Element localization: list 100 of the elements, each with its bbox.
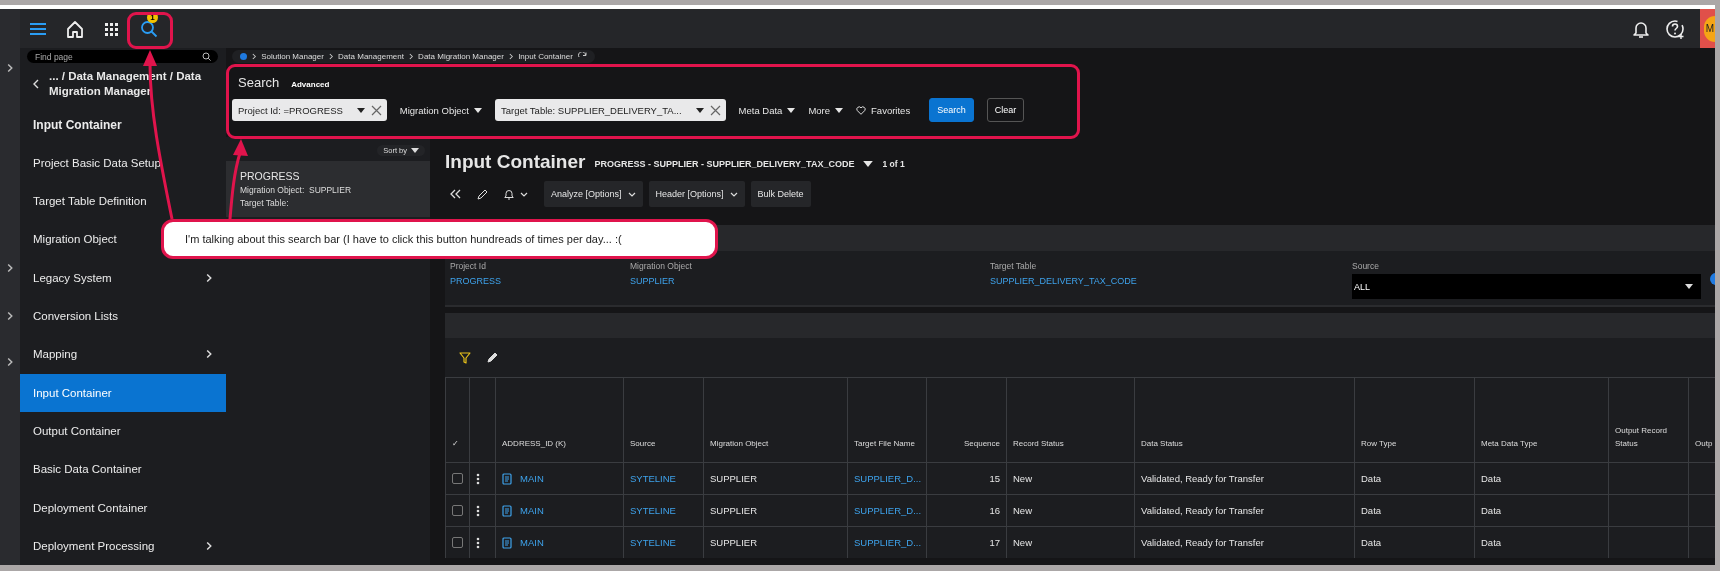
- row-checkbox[interactable]: [452, 473, 463, 484]
- home-icon[interactable]: [65, 19, 85, 38]
- more-icon[interactable]: [476, 472, 480, 485]
- clear-button[interactable]: Clear: [986, 98, 1025, 122]
- cell-link[interactable]: SYTELINE: [630, 537, 676, 548]
- table-cell: New: [1006, 495, 1134, 526]
- row-checkbox[interactable]: [452, 537, 463, 548]
- sidebar-item[interactable]: Deployment Processing: [20, 526, 226, 565]
- pencil-icon[interactable]: [477, 188, 488, 200]
- chevron-right-icon: [206, 272, 212, 283]
- avatar[interactable]: M: [1704, 15, 1715, 42]
- filter-icon[interactable]: [459, 351, 471, 364]
- sidebar-item[interactable]: Project Basic Data Setup: [20, 143, 226, 183]
- chevron-right-icon: [7, 263, 13, 273]
- sidebar-item[interactable]: Basic Data Container: [20, 450, 226, 489]
- column-header[interactable]: Output Record Status: [1608, 378, 1688, 462]
- sidebar-item[interactable]: Deployment Container: [20, 488, 226, 527]
- record-link[interactable]: MAIN: [520, 473, 544, 484]
- cell-link[interactable]: SYTELINE: [630, 473, 676, 484]
- filter-menu[interactable]: Meta Data: [738, 104, 796, 116]
- chevron-right-icon: [7, 311, 13, 321]
- sidebar-item[interactable]: Target Table Definition: [20, 182, 226, 221]
- select-all-header[interactable]: ✓: [445, 378, 469, 462]
- toolbar-button[interactable]: Analyze [Options]: [544, 181, 643, 207]
- document-icon[interactable]: [502, 536, 512, 549]
- filter-menu[interactable]: Migration Object: [399, 104, 482, 116]
- close-icon[interactable]: [709, 104, 721, 116]
- advanced-link[interactable]: Advanced: [291, 80, 330, 89]
- search-icon[interactable]: [139, 18, 159, 39]
- favorites-button[interactable]: Favorites: [856, 104, 911, 116]
- source-select[interactable]: ALL: [1352, 274, 1701, 299]
- filter-chip[interactable]: Target Table: SUPPLIER_DELIVERY_TA...: [495, 99, 726, 121]
- cell-link[interactable]: SUPPLIER_D...: [854, 505, 922, 516]
- record-link[interactable]: MAIN: [520, 505, 544, 516]
- sidebar-item[interactable]: Output Container: [20, 411, 226, 451]
- search-button[interactable]: Search: [929, 98, 974, 122]
- toolbar-button[interactable]: Bulk Delete: [750, 181, 811, 207]
- breadcrumb-link[interactable]: Solution Manager: [261, 51, 324, 61]
- sidebar-item[interactable]: Legacy System: [20, 258, 226, 297]
- chevron-down-icon: [729, 191, 738, 197]
- table-cell: Validated, Ready for Transfer: [1134, 495, 1354, 526]
- column-header[interactable]: ADDRESS_ID (K): [495, 378, 623, 462]
- table-cell: Data: [1474, 495, 1608, 526]
- column-header[interactable]: Source: [623, 378, 703, 462]
- back-icon[interactable]: [33, 79, 39, 90]
- more-icon[interactable]: [476, 536, 480, 549]
- caret-icon: [474, 107, 482, 113]
- filter-menu[interactable]: More: [808, 104, 844, 116]
- record-selector[interactable]: PROGRESS - SUPPLIER - SUPPLIER_DELIVERY_TAX_CODE: [594, 159, 855, 169]
- cell-link[interactable]: SYTELINE: [630, 505, 676, 516]
- document-icon[interactable]: [502, 504, 512, 517]
- breadcrumb-link[interactable]: Input Container: [518, 51, 573, 61]
- field-link[interactable]: SUPPLIER: [630, 276, 990, 286]
- cell-link[interactable]: SUPPLIER_D...: [854, 537, 922, 548]
- cell-link[interactable]: SUPPLIER_D...: [854, 473, 922, 484]
- column-header[interactable]: Outp: [1688, 378, 1715, 462]
- table-cell: Data: [1354, 463, 1474, 494]
- chevron-down-icon: [520, 191, 528, 197]
- home-dot-icon[interactable]: [240, 52, 247, 60]
- close-icon[interactable]: [370, 104, 382, 116]
- help-icon[interactable]: [1664, 17, 1686, 40]
- chevron-right-icon: [206, 349, 212, 360]
- table-cell: 17: [926, 527, 1006, 558]
- field-label: Migration Object: [630, 261, 693, 271]
- more-icon[interactable]: [476, 504, 480, 517]
- annotation-frame: [127, 12, 173, 49]
- sidebar-item[interactable]: Conversion Lists: [20, 296, 226, 336]
- menu-icon[interactable]: [28, 20, 48, 37]
- table-cell: 15: [926, 463, 1006, 494]
- column-header[interactable]: Record Status: [1006, 378, 1134, 462]
- filter-chip[interactable]: Project Id: =PROGRESS: [232, 99, 387, 121]
- field-link[interactable]: PROGRESS: [450, 276, 630, 286]
- column-header[interactable]: Data Status: [1134, 378, 1354, 462]
- record-card[interactable]: PROGRESS Migration Object: SUPPLIER Target Table:: [226, 161, 430, 217]
- card-field: Target Table:: [240, 198, 418, 208]
- breadcrumb-link[interactable]: Data Management: [338, 51, 404, 61]
- column-header[interactable]: Row Type: [1354, 378, 1474, 462]
- collapse-icon[interactable]: [450, 189, 461, 199]
- field-link[interactable]: SUPPLIER_DELIVERY_TAX_CODE: [990, 276, 1352, 286]
- table-cell: Validated, Ready for Transfer: [1134, 527, 1354, 558]
- document-icon[interactable]: [502, 472, 512, 485]
- column-header[interactable]: Sequence: [926, 378, 1006, 462]
- field-label: Source: [1352, 261, 1380, 271]
- record-link[interactable]: MAIN: [520, 537, 544, 548]
- column-header[interactable]: Meta Data Type: [1474, 378, 1608, 462]
- column-header[interactable]: Target File Name: [847, 378, 926, 462]
- bell-icon[interactable]: [504, 188, 514, 200]
- caret-icon: [787, 107, 796, 113]
- caret-icon: [356, 107, 365, 113]
- find-field[interactable]: Find page: [27, 50, 218, 63]
- sidebar-item[interactable]: Mapping: [20, 335, 226, 374]
- pencil-icon[interactable]: [487, 352, 498, 363]
- sidebar-item[interactable]: Input Container: [20, 105, 226, 144]
- row-checkbox[interactable]: [452, 505, 463, 516]
- toolbar-button[interactable]: Header [Options]: [648, 181, 745, 207]
- breadcrumb-link[interactable]: Data Migration Manager: [418, 51, 504, 61]
- table-cell: New: [1006, 463, 1134, 494]
- sidebar-item[interactable]: Input Container: [20, 373, 226, 412]
- search-icon[interactable]: [202, 52, 211, 61]
- column-header[interactable]: Migration Object: [703, 378, 847, 462]
